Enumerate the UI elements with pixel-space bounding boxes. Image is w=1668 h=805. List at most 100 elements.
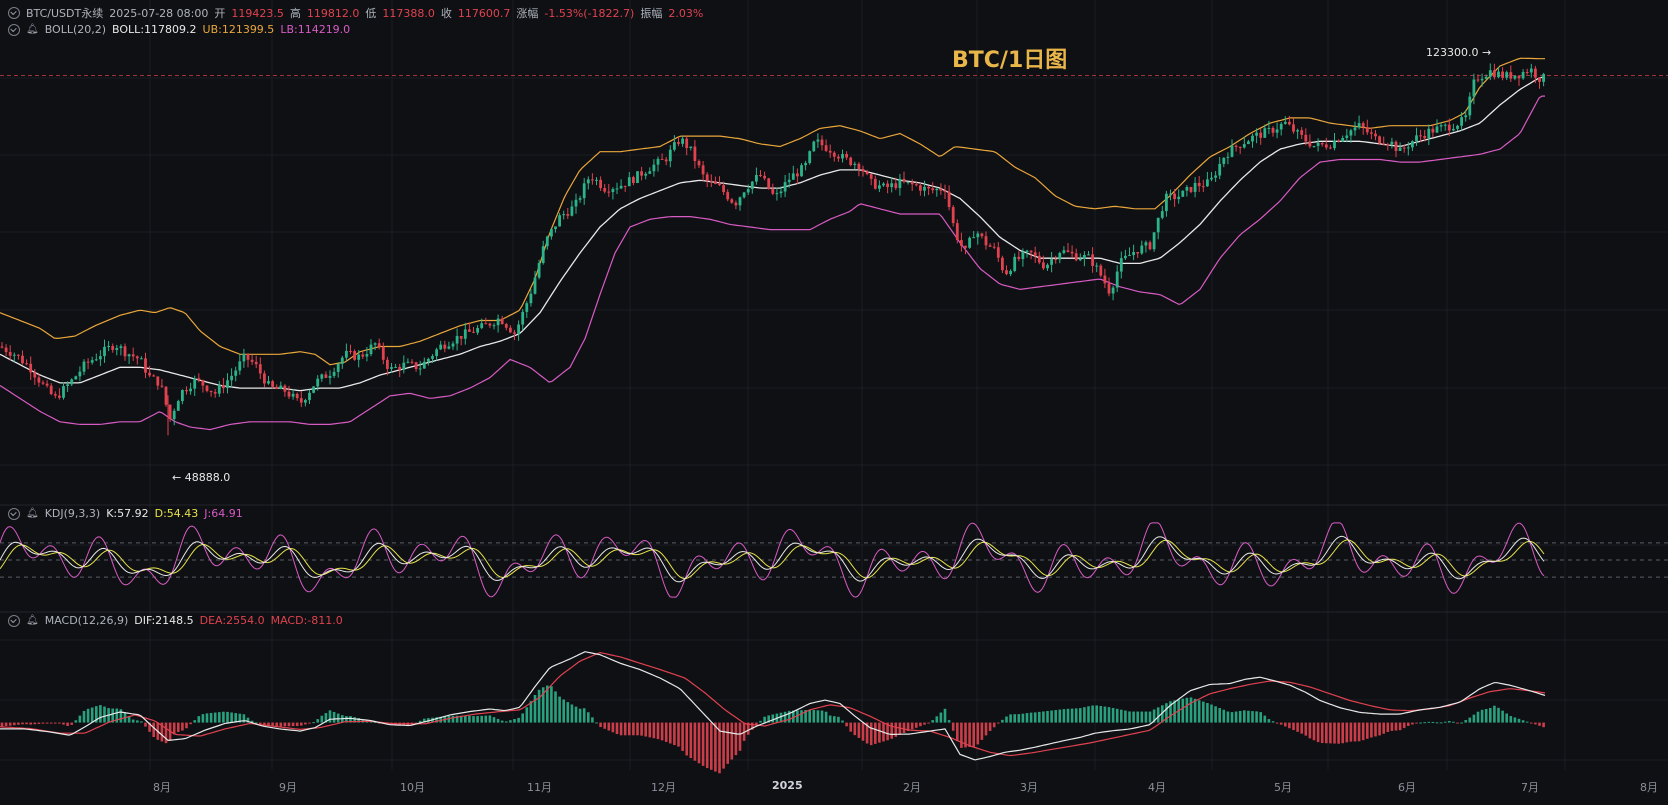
candle-body <box>156 376 160 386</box>
macd-histogram-bar <box>972 722 975 748</box>
collapse-toggle-icon[interactable] <box>8 7 20 19</box>
candle-body <box>693 146 697 162</box>
candle-body <box>1242 144 1246 148</box>
candle-body <box>21 355 24 364</box>
macd-histogram-bar <box>1386 722 1390 732</box>
candle-body <box>955 223 959 241</box>
candle-body <box>1378 136 1381 144</box>
macd-histogram-bar <box>660 722 664 741</box>
candle-body <box>1431 128 1435 133</box>
macd-histogram-bar <box>66 722 69 727</box>
candle-body <box>1300 130 1304 135</box>
candle-body <box>267 381 270 384</box>
candle-body <box>1078 258 1082 261</box>
macd-histogram-bar <box>316 719 319 723</box>
macd-histogram-bar <box>1337 722 1340 744</box>
candle-body <box>1501 71 1504 78</box>
bell-icon[interactable]: 🔔︎ <box>26 508 39 519</box>
boll-upper-band <box>0 57 1545 366</box>
macd-histogram-bar <box>828 715 832 723</box>
candle-body <box>1505 72 1509 78</box>
macd-histogram-bar <box>1050 710 1053 723</box>
bell-icon[interactable]: 🔔︎ <box>26 615 39 626</box>
macd-histogram-bar <box>1308 722 1312 739</box>
candle-body <box>1169 193 1172 195</box>
candle-body <box>1349 130 1353 136</box>
candle-body <box>873 178 877 189</box>
macd-histogram-bar <box>181 722 184 731</box>
macd-histogram-bar <box>1038 711 1041 723</box>
macd-histogram-bar <box>1083 707 1086 723</box>
candle-body <box>832 152 836 157</box>
candle-body <box>135 356 139 359</box>
macd-histogram-bar <box>558 696 561 723</box>
candle-body <box>652 164 656 172</box>
macd-histogram-bar <box>500 720 504 723</box>
macd-histogram-bar <box>1230 712 1234 723</box>
macd-histogram-bar <box>902 722 906 734</box>
candle-body <box>1365 127 1369 133</box>
macd-histogram-bar <box>607 722 611 731</box>
macd-histogram-bar <box>931 720 934 723</box>
collapse-toggle-icon[interactable] <box>8 23 20 36</box>
candle-body <box>1296 130 1299 132</box>
candle-body <box>931 188 935 191</box>
candle-body <box>1443 124 1447 126</box>
macd-histogram-bar <box>574 706 578 723</box>
candle-body <box>410 361 414 363</box>
macd-histogram-bar <box>710 722 713 770</box>
candle-body <box>882 183 885 186</box>
candle-body <box>1222 157 1226 164</box>
candle-body <box>755 174 758 182</box>
grid-lines <box>0 0 1668 770</box>
candle-body <box>1398 147 1402 151</box>
candle-body <box>1292 124 1295 132</box>
macd-histogram-bar <box>1480 709 1484 723</box>
macd-histogram-bar <box>562 699 565 723</box>
candle-body <box>709 180 713 182</box>
candle-body <box>525 303 529 312</box>
candle-body <box>62 386 65 398</box>
candle-body <box>1534 68 1537 78</box>
collapse-toggle-icon[interactable] <box>8 614 20 627</box>
collapse-toggle-icon[interactable] <box>8 507 20 520</box>
macd-histogram-bar <box>8 722 12 726</box>
candle-body <box>894 183 898 189</box>
macd-histogram-bar <box>1206 703 1209 723</box>
macd-histogram-bar <box>812 710 816 723</box>
macd-histogram-bar <box>644 722 647 737</box>
candle-body <box>33 372 37 378</box>
candle-body <box>1320 142 1324 145</box>
candle-body <box>857 163 861 169</box>
macd-histogram-bar <box>705 722 709 769</box>
candle-body <box>17 354 20 356</box>
macd-histogram-bar <box>1456 722 1459 724</box>
candle-body <box>1095 265 1099 267</box>
macd-histogram-bar <box>287 722 291 727</box>
candle-body <box>1050 258 1053 265</box>
candle-body <box>730 199 734 203</box>
candle-body <box>1230 145 1234 157</box>
candle-body <box>1452 128 1455 131</box>
chart-canvas[interactable] <box>0 0 1668 805</box>
macd-histogram-bar <box>1005 716 1008 723</box>
candle-body <box>1144 242 1148 246</box>
candle-body <box>287 391 291 397</box>
candle-body <box>1119 258 1123 272</box>
macd-histogram-bar <box>90 707 94 723</box>
candle-body <box>402 362 406 370</box>
macd-histogram-bar <box>529 701 533 723</box>
candle-body <box>1476 79 1480 81</box>
macd-histogram-bar <box>1361 722 1365 741</box>
macd-histogram-bar <box>144 722 147 727</box>
macd-histogram-bar <box>70 722 73 725</box>
candle-body <box>1132 251 1135 256</box>
candle-body <box>705 174 709 181</box>
macd-histogram-bar <box>1013 714 1016 723</box>
bell-icon[interactable]: 🔔︎ <box>26 24 39 35</box>
macd-histogram-bar <box>693 722 697 761</box>
macd-histogram-bar <box>86 708 90 723</box>
candle-body <box>673 142 676 150</box>
macd-histogram-bar <box>1279 722 1283 725</box>
macd-histogram-bar <box>1193 698 1197 723</box>
